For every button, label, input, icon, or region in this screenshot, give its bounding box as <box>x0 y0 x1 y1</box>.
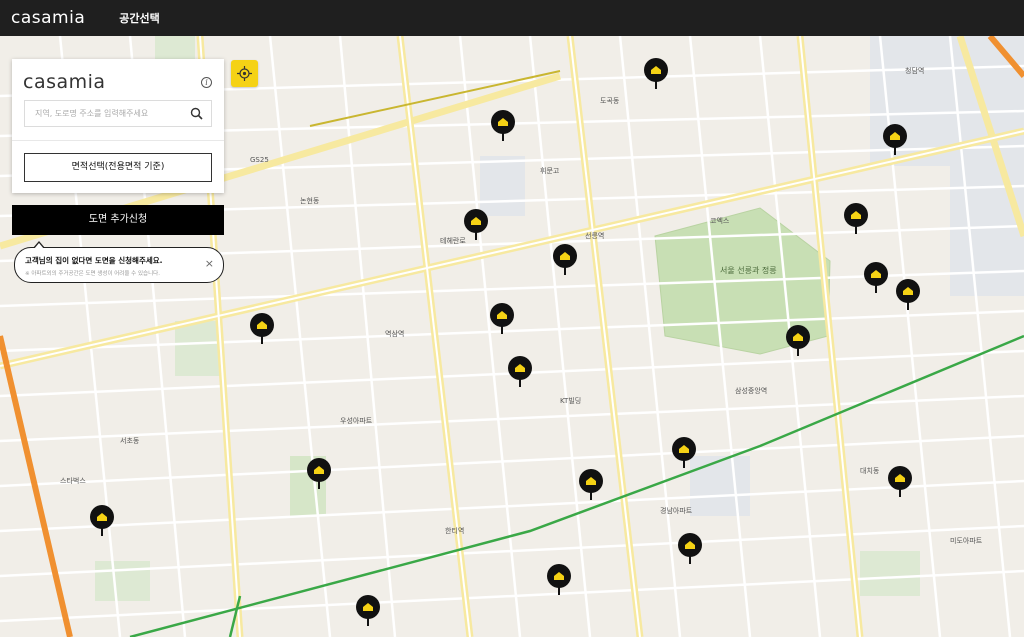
house-marker[interactable] <box>896 279 920 310</box>
top-bar: casamia 공간선택 <box>0 0 1024 36</box>
search-box <box>24 100 212 127</box>
house-marker[interactable] <box>864 262 888 293</box>
house-icon <box>314 466 324 474</box>
house-marker[interactable] <box>464 209 488 240</box>
house-icon <box>586 477 596 485</box>
house-icon <box>895 474 905 482</box>
house-icon <box>793 333 803 341</box>
house-icon <box>471 217 481 225</box>
search-panel: casamia i 면적선택(전용면적 기준) <box>12 59 224 193</box>
house-marker[interactable] <box>844 203 868 234</box>
house-icon <box>679 445 689 453</box>
search-icon[interactable] <box>190 107 203 120</box>
house-icon <box>903 287 913 295</box>
house-icon <box>851 211 861 219</box>
panel-brand: casamia <box>23 71 106 93</box>
house-marker[interactable] <box>508 356 532 387</box>
request-tooltip: 고객님의 집이 없다면 도면을 신청해주세요. ※ 아파트외의 주거공간은 도면… <box>14 241 224 283</box>
house-icon <box>554 572 564 580</box>
house-marker[interactable] <box>579 469 603 500</box>
house-marker[interactable] <box>547 564 571 595</box>
house-icon <box>871 270 881 278</box>
casamia-logo[interactable]: casamia <box>11 8 85 28</box>
crosshair-icon <box>237 66 252 81</box>
house-marker[interactable] <box>678 533 702 564</box>
house-marker[interactable] <box>307 458 331 489</box>
info-icon[interactable]: i <box>201 77 212 88</box>
house-marker[interactable] <box>356 595 380 626</box>
house-marker[interactable] <box>490 303 514 334</box>
house-icon <box>363 603 373 611</box>
house-icon <box>890 132 900 140</box>
area-select-button[interactable]: 면적선택(전용면적 기준) <box>24 153 212 182</box>
panel-divider <box>12 140 224 141</box>
nav-space-select[interactable]: 공간선택 <box>119 10 159 26</box>
house-marker[interactable] <box>883 124 907 155</box>
tooltip-subtitle: ※ 아파트외의 주거공간은 도면 생성이 어려울 수 있습니다. <box>25 271 160 277</box>
tooltip-title: 고객님의 집이 없다면 도면을 신청해주세요. <box>25 256 163 265</box>
house-icon <box>257 321 267 329</box>
house-marker[interactable] <box>491 110 515 141</box>
house-marker[interactable] <box>786 325 810 356</box>
house-marker[interactable] <box>644 58 668 89</box>
house-icon <box>560 252 570 260</box>
house-icon <box>497 311 507 319</box>
house-icon <box>498 118 508 126</box>
house-marker[interactable] <box>888 466 912 497</box>
house-marker[interactable] <box>90 505 114 536</box>
house-icon <box>515 364 525 372</box>
house-marker[interactable] <box>672 437 696 468</box>
house-marker[interactable] <box>250 313 274 344</box>
close-icon[interactable]: × <box>205 258 214 269</box>
floorplan-request-button[interactable]: 도면 추가신청 <box>12 205 224 235</box>
house-icon <box>97 513 107 521</box>
address-search-input[interactable] <box>25 101 185 126</box>
house-marker[interactable] <box>553 244 577 275</box>
house-icon <box>685 541 695 549</box>
house-icon <box>651 66 661 74</box>
current-location-button[interactable] <box>231 60 258 87</box>
